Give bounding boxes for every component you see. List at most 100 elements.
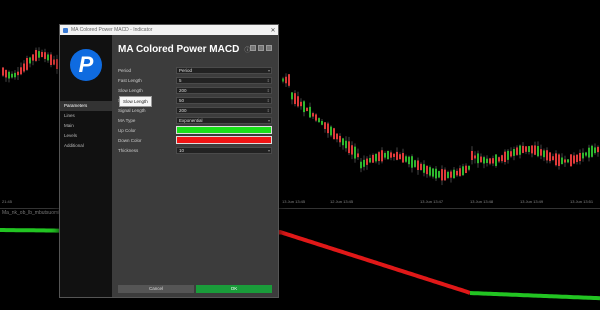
stepper-icon[interactable]: ⇕ [267,98,270,103]
candle [408,156,410,165]
candle [291,92,293,100]
candle [513,148,515,156]
up-color-swatch[interactable] [176,126,272,134]
candle [333,128,335,140]
candle [444,169,446,181]
candle [474,155,476,159]
candle [309,106,311,118]
macd-line-down [277,229,471,295]
candle [327,123,329,134]
candle [405,156,407,162]
period-select[interactable]: Period ▾ [176,66,272,74]
time-label: 13 Jun 13:45 [282,199,306,204]
candle [345,140,347,149]
candle [414,160,416,167]
property-label: Signal Length [118,107,146,113]
candle [396,151,398,160]
candle [372,154,374,163]
candle [498,157,500,162]
stepper-icon[interactable]: ⇕ [267,88,270,93]
property-label: Slow Length [118,87,143,93]
window-title: MA Colored Power MACD - Indicator [71,27,153,33]
length-input[interactable]: 200 ⇕ [176,106,272,114]
candle [492,158,494,164]
reset-icon[interactable] [266,45,272,51]
dialog-titlebar[interactable]: MA Colored Power MACD - Indicator ✕ [60,25,278,35]
candle [576,154,578,162]
nav-item-additional[interactable]: Additional [60,141,112,151]
candle [486,158,488,163]
candle [381,150,383,162]
candle [318,118,320,123]
candle [426,165,428,175]
candle [378,152,380,162]
property-row: Slow Length 200 ⇕ [118,85,272,95]
candle [531,145,533,154]
candle [528,146,530,152]
candle [285,76,287,84]
candle [594,147,596,154]
close-icon[interactable]: ✕ [268,27,278,34]
nav-item-lines[interactable]: Lines [60,111,112,121]
candle [420,163,422,170]
candle [56,59,58,70]
candle [579,152,581,162]
candle [369,158,371,163]
candle [384,152,386,158]
candle [438,171,440,178]
candle [417,160,419,171]
property-row: Down Color [118,135,272,145]
candle [543,150,545,158]
candle [525,146,527,152]
macd-line-up [0,228,60,233]
template-icon[interactable] [250,45,256,51]
cancel-button[interactable]: Cancel [118,285,194,293]
candle [468,165,470,170]
candle [53,59,55,65]
candle [23,63,25,72]
candle [573,155,575,164]
candle [558,154,560,166]
slow-length-input[interactable]: 200 ⇕ [176,86,272,94]
candle [516,147,518,155]
time-label: 13 Jun 13:48 [470,199,494,204]
signal-length-input[interactable]: 50 ⇕ [176,96,272,104]
candle [447,171,449,178]
candle [429,167,431,176]
thickness-select[interactable]: 10 ▾ [176,146,272,154]
fast-length-input[interactable]: 5 ⇕ [176,76,272,84]
candle [357,153,359,158]
save-icon[interactable] [258,45,264,51]
candle [387,150,389,160]
candle [402,152,404,163]
time-label: 21:45 [2,199,13,204]
nav-item-levels[interactable]: Levels [60,131,112,141]
candle [540,149,542,156]
candle [342,138,344,146]
candle [2,67,4,76]
tooltip: Slow Length [119,96,152,107]
stepper-icon[interactable]: ⇕ [267,78,270,83]
candle [456,170,458,176]
candle [423,164,425,173]
candle [552,156,554,161]
candle [555,153,557,166]
property-label: Fast Length [118,77,142,83]
nav-item-parameters[interactable]: Parameters [60,101,112,111]
candle [324,122,326,129]
ok-button[interactable]: OK [196,285,272,293]
candle [351,145,353,155]
candle [366,158,368,165]
nav-item-main[interactable]: Main [60,121,112,131]
time-label: 12 Jun 13:45 [330,199,354,204]
time-label: 13 Jun 13:47 [420,199,444,204]
app-icon [63,27,68,33]
indicator-settings-dialog: MA Colored Power MACD - Indicator ✕ P Pa… [59,24,279,298]
ma-type-select[interactable]: Exponential ▾ [176,116,272,124]
down-color-swatch[interactable] [176,136,272,144]
stepper-icon[interactable]: ⇕ [267,108,270,113]
candle [47,54,49,61]
candle [522,145,524,153]
candle [35,49,37,61]
property-row: Fast Length 5 ⇕ [118,75,272,85]
